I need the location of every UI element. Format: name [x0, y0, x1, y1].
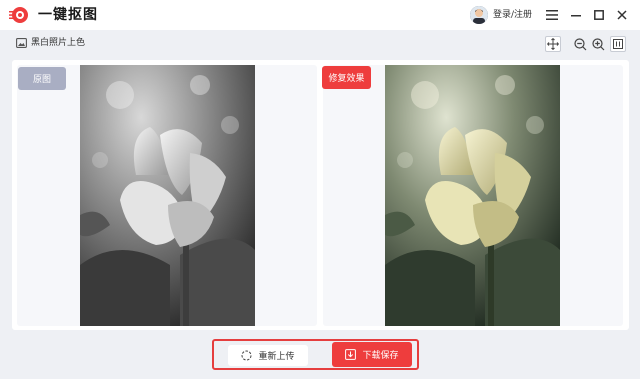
mode-selector[interactable]: 黑白照片上色: [16, 37, 85, 49]
avatar[interactable]: [470, 6, 488, 24]
title-bar: 一键抠图 登录/注册: [0, 0, 640, 30]
zoom-in-icon[interactable]: [590, 36, 606, 52]
save-label: 下载保存: [362, 351, 399, 361]
result-image: [385, 65, 560, 326]
result-tag: 修复效果: [322, 66, 371, 89]
avatar-image: [470, 6, 488, 24]
login-register-link[interactable]: 登录/注册: [493, 9, 532, 21]
reupload-label: 重新上传: [258, 352, 295, 362]
image-mode-icon: [16, 38, 27, 48]
refresh-icon: [241, 350, 252, 361]
menu-icon[interactable]: [544, 7, 560, 23]
app-title: 一键抠图: [38, 7, 98, 23]
close-icon[interactable]: [614, 7, 630, 23]
download-save-button[interactable]: 下载保存: [332, 342, 412, 367]
maximize-icon[interactable]: [591, 7, 607, 23]
original-tag: 原图: [18, 67, 66, 90]
reupload-button[interactable]: 重新上传: [228, 345, 308, 366]
original-image: [80, 65, 255, 326]
move-icon[interactable]: [545, 36, 561, 52]
mode-label: 黑白照片上色: [31, 38, 86, 48]
app-logo-icon: [9, 7, 28, 23]
minimize-icon[interactable]: [568, 7, 584, 23]
zoom-out-icon[interactable]: [572, 36, 588, 52]
download-icon: [345, 349, 357, 360]
compare-icon[interactable]: [610, 36, 626, 52]
